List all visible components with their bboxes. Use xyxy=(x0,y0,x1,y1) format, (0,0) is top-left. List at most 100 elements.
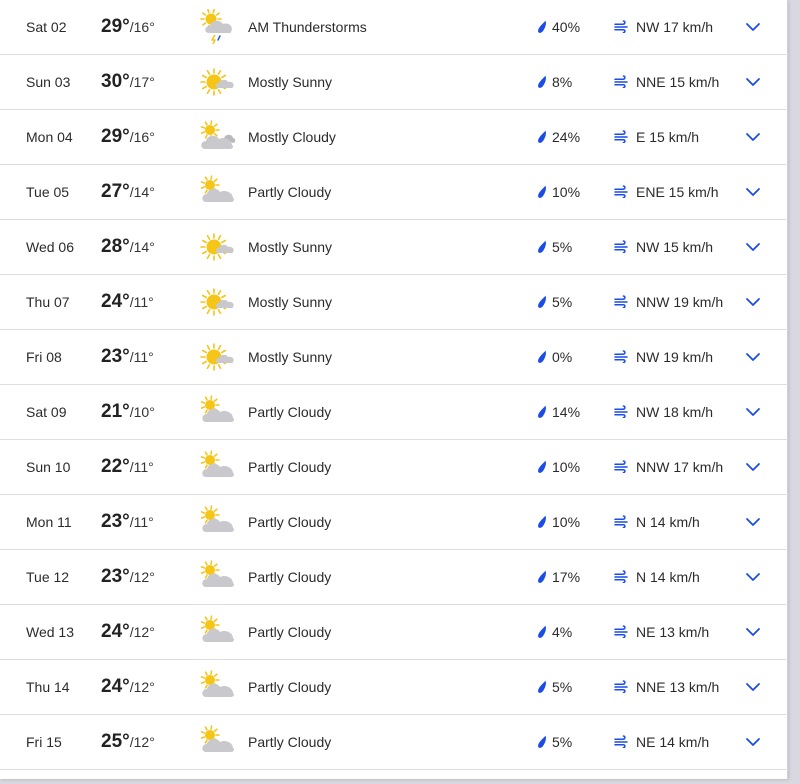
forecast-row[interactable]: Sat 09 21°/10° Partly Cloudy 14% NW 18 k… xyxy=(0,385,788,440)
wind-icon xyxy=(614,680,628,693)
wind-value: N 14 km/h xyxy=(636,514,700,530)
high-temp: 29° xyxy=(101,16,130,37)
forecast-row[interactable]: Wed 13 24°/12° Partly Cloudy 4% NE 13 km… xyxy=(0,605,788,660)
day-label: Mon 11 xyxy=(26,514,72,530)
temperature: 27°/14° xyxy=(101,165,155,219)
temperature: 29°/16° xyxy=(101,0,155,54)
low-temp: /17° xyxy=(129,74,155,90)
precip-chance: 4% xyxy=(552,624,573,640)
low-temp: /12° xyxy=(129,679,155,695)
wind-icon xyxy=(614,735,628,748)
day-label: Tue 12 xyxy=(26,569,70,585)
mostly-sunny-icon xyxy=(200,233,234,261)
temperature: 24°/11° xyxy=(101,275,154,329)
chevron-down-icon[interactable] xyxy=(745,76,761,88)
wind-icon xyxy=(614,625,628,638)
raindrop-icon xyxy=(538,130,546,143)
partly-cloudy-icon xyxy=(200,725,235,752)
wind-icon xyxy=(614,75,628,88)
temperature: 24°/12° xyxy=(101,605,155,659)
chevron-down-icon[interactable] xyxy=(745,131,761,143)
low-temp: /16° xyxy=(129,129,155,145)
high-temp: 24° xyxy=(101,621,130,642)
forecast-row[interactable]: Mon 04 29°/16° Mostly Cloudy 24% E 15 km… xyxy=(0,110,788,165)
forecast-row[interactable]: Sat 02 29°/16° AM Thunderstorms 40% NW 1… xyxy=(0,0,788,55)
chevron-down-icon[interactable] xyxy=(745,461,761,473)
chevron-down-icon[interactable] xyxy=(745,186,761,198)
chevron-down-icon[interactable] xyxy=(745,681,761,693)
low-temp: /14° xyxy=(129,239,155,255)
partly-cloudy-icon xyxy=(200,395,235,422)
mostly-sunny-icon xyxy=(200,343,234,371)
chevron-down-icon[interactable] xyxy=(745,351,761,363)
forecast-row[interactable]: Thu 07 24°/11° Mostly Sunny 5% NNW 19 km… xyxy=(0,275,788,330)
forecast-row[interactable]: Tue 05 27°/14° Partly Cloudy 10% ENE 15 … xyxy=(0,165,788,220)
condition-phrase: Partly Cloudy xyxy=(248,734,332,750)
forecast-row[interactable]: Sun 10 22°/11° Partly Cloudy 10% NNW 17 … xyxy=(0,440,788,495)
forecast-row[interactable]: Sun 03 30°/17° Mostly Sunny 8% NNE 15 km… xyxy=(0,55,788,110)
raindrop-icon xyxy=(538,295,546,308)
high-temp: 24° xyxy=(101,291,130,312)
wind-value: NNW 19 km/h xyxy=(636,294,724,310)
precip-chance: 10% xyxy=(552,184,581,200)
temperature: 21°/10° xyxy=(101,385,155,439)
high-temp: 29° xyxy=(101,126,130,147)
forecast-row[interactable]: Thu 14 24°/12° Partly Cloudy 5% NNE 13 k… xyxy=(0,660,788,715)
chevron-down-icon[interactable] xyxy=(745,571,761,583)
partly-cloudy-icon xyxy=(200,615,235,642)
wind-value: ENE 15 km/h xyxy=(636,184,719,200)
raindrop-icon xyxy=(538,405,546,418)
raindrop-icon xyxy=(538,240,546,253)
wind-icon xyxy=(614,350,628,363)
raindrop-icon xyxy=(538,460,546,473)
condition-phrase: Partly Cloudy xyxy=(248,459,332,475)
forecast-row[interactable]: Mon 11 23°/11° Partly Cloudy 10% N 14 km… xyxy=(0,495,788,550)
low-temp: /16° xyxy=(129,19,155,35)
day-label: Tue 05 xyxy=(26,184,70,200)
precip-chance: 40% xyxy=(552,19,581,35)
raindrop-icon xyxy=(538,185,546,198)
wind-icon xyxy=(614,185,628,198)
condition-phrase: Partly Cloudy xyxy=(248,184,332,200)
chevron-down-icon[interactable] xyxy=(745,296,761,308)
day-label: Fri 15 xyxy=(26,734,62,750)
precip-chance: 5% xyxy=(552,679,573,695)
temperature: 24°/12° xyxy=(101,660,155,714)
forecast-row[interactable]: Wed 06 28°/14° Mostly Sunny 5% NW 15 km/… xyxy=(0,220,788,275)
wind-icon xyxy=(614,20,628,33)
condition-phrase: Mostly Sunny xyxy=(248,294,333,310)
raindrop-icon xyxy=(538,75,546,88)
precip-chance: 5% xyxy=(552,734,573,750)
low-temp: /10° xyxy=(129,404,155,420)
mostly-cloudy-icon xyxy=(200,120,236,149)
mostly-sunny-icon xyxy=(200,288,234,316)
day-label: Sat 09 xyxy=(26,404,67,420)
high-temp: 22° xyxy=(101,456,130,477)
chevron-down-icon[interactable] xyxy=(745,21,761,33)
condition-phrase: Partly Cloudy xyxy=(248,404,332,420)
chevron-down-icon[interactable] xyxy=(745,406,761,418)
precip-chance: 14% xyxy=(552,404,581,420)
chevron-down-icon[interactable] xyxy=(745,516,761,528)
temperature: 29°/16° xyxy=(101,110,155,164)
forecast-row[interactable]: Tue 12 23°/12° Partly Cloudy 17% N 14 km… xyxy=(0,550,788,605)
forecast-row[interactable]: Fri 15 25°/12° Partly Cloudy 5% NE 14 km… xyxy=(0,715,788,770)
day-label: Sun 10 xyxy=(26,459,71,475)
temperature: 30°/17° xyxy=(101,55,155,109)
partly-cloudy-icon xyxy=(200,450,235,477)
high-temp: 23° xyxy=(101,346,130,367)
chevron-down-icon[interactable] xyxy=(745,241,761,253)
day-label: Sun 03 xyxy=(26,74,71,90)
high-temp: 27° xyxy=(101,181,130,202)
chevron-down-icon[interactable] xyxy=(745,736,761,748)
temperature: 23°/11° xyxy=(101,330,154,384)
thunderstorm-icon xyxy=(200,9,232,45)
temperature: 23°/11° xyxy=(101,495,154,549)
condition-phrase: Mostly Sunny xyxy=(248,349,333,365)
wind-icon xyxy=(614,130,628,143)
wind-icon xyxy=(614,240,628,253)
condition-phrase: Partly Cloudy xyxy=(248,569,332,585)
chevron-down-icon[interactable] xyxy=(745,626,761,638)
forecast-row[interactable]: Fri 08 23°/11° Mostly Sunny 0% NW 19 km/… xyxy=(0,330,788,385)
wind-icon xyxy=(614,405,628,418)
